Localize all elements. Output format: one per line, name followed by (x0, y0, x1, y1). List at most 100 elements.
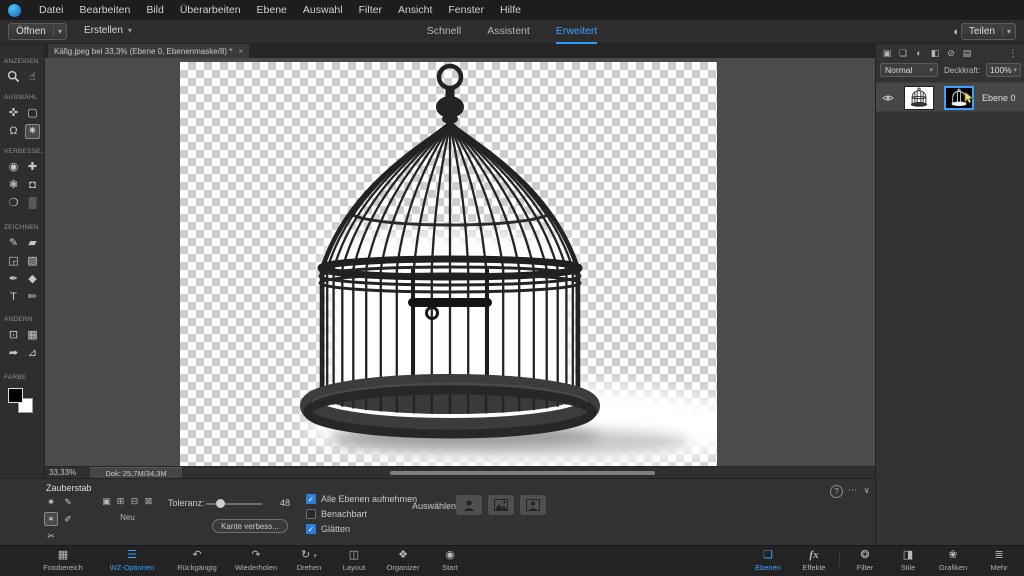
menu-filter[interactable]: Filter (359, 4, 382, 16)
selection-brush-variant-icon[interactable]: ✎ (61, 495, 75, 509)
document-tab[interactable]: Käfig.jpeg bei 33,3% (Ebene 0, Ebenenmas… (48, 44, 250, 58)
brush-tool[interactable]: ✎ (6, 236, 21, 251)
hand-tool[interactable]: ☝ (25, 70, 40, 85)
menu-bild[interactable]: Bild (146, 4, 164, 16)
menu-hilfe[interactable]: Hilfe (500, 4, 521, 16)
intersect-selection-mode-icon[interactable]: ⊠ (142, 495, 155, 508)
blend-mode-dropdown[interactable]: Normal ▾ (880, 63, 938, 77)
layer-mask-thumbnail[interactable] (944, 86, 974, 110)
quick-selection-tool[interactable]: ✷ (25, 124, 40, 139)
blur-tool[interactable]: ❍ (6, 196, 21, 211)
tab-assistent[interactable]: Assistent (487, 25, 530, 44)
menu-ueberarbeiten[interactable]: Überarbeiten (180, 4, 241, 16)
magic-wand-variant-icon[interactable]: ✶ (44, 512, 58, 526)
pencil-tool[interactable]: ✏ (25, 290, 40, 305)
tab-erweitert[interactable]: Erweitert (555, 25, 598, 44)
taskbar-start[interactable]: ◉ Start (430, 546, 470, 572)
red-eye-tool[interactable]: ◉ (6, 160, 21, 175)
taskbar-filter[interactable]: ❂ Filter (842, 546, 888, 572)
taskbar-stile[interactable]: ◨ Stile (888, 546, 928, 572)
select-portrait-button[interactable] (520, 495, 546, 515)
antialias-label: Glätten (321, 524, 351, 534)
layer-visibility-eye-icon[interactable] (882, 94, 894, 102)
quick-select-variant-icon[interactable]: ✷ (44, 495, 58, 509)
clone-stamp-tool[interactable]: ◘ (25, 178, 40, 193)
horizontal-scrollbar[interactable] (390, 471, 655, 475)
eyedropper-tool[interactable]: ✒ (6, 272, 21, 287)
new-group-icon[interactable]: ❏ (896, 47, 910, 59)
theme-toggle-icon[interactable]: ◐ (953, 26, 960, 38)
straighten-tool[interactable]: ⊿ (25, 346, 40, 361)
menu-ansicht[interactable]: Ansicht (398, 4, 432, 16)
taskbar-rueckgaengig[interactable]: ↶ Rückgängig (168, 546, 226, 572)
refine-brush-variant-icon[interactable]: ✂ (44, 529, 58, 543)
eraser-tool[interactable]: ▰ (25, 236, 40, 251)
foreground-color-swatch[interactable] (8, 388, 23, 403)
type-tool[interactable]: T (6, 290, 21, 305)
opacity-dropdown[interactable]: 100% ▾ (986, 63, 1021, 77)
menu-datei[interactable]: Datei (39, 4, 64, 16)
taskbar-effekte[interactable]: fx Effekte (791, 546, 837, 572)
zoom-tool[interactable] (6, 70, 21, 85)
subtract-selection-mode-icon[interactable]: ⊟ (128, 495, 141, 508)
lock-layer-icon[interactable]: ⊘ (944, 47, 958, 59)
tolerance-slider[interactable] (206, 503, 262, 505)
lasso-tool[interactable]: Ω (6, 124, 21, 139)
doc-size-info[interactable]: Dok: 25,7M/34,3M (90, 467, 182, 478)
panel-menu-icon[interactable]: ▤ (960, 47, 974, 59)
taskbar-mehr[interactable]: ≣ Mehr (978, 546, 1020, 572)
layer-mask-icon[interactable]: ◧ (928, 47, 942, 59)
contiguous-checkbox[interactable] (306, 509, 316, 519)
eraser-icon: ▰ (28, 237, 37, 249)
tolerance-slider-knob[interactable] (216, 499, 225, 508)
move-tool[interactable]: ✜ (6, 106, 21, 121)
taskbar-drehen[interactable]: ↻ ▾ Drehen (286, 546, 332, 572)
recompose-tool[interactable]: ▦ (25, 328, 40, 343)
paint-bucket-tool[interactable]: ◲ (6, 254, 21, 269)
shape-tool[interactable]: ◆ (25, 272, 40, 287)
new-selection-mode-icon[interactable]: ▣ (100, 495, 113, 508)
marquee-tool[interactable]: ▢ (25, 106, 40, 121)
close-tab-icon[interactable]: × (238, 47, 243, 56)
taskbar-organizer[interactable]: ❖ Organizer (376, 546, 430, 572)
gradient-tool[interactable]: ▧ (25, 254, 40, 269)
taskbar-wiederholen[interactable]: ↷ Wiederholen (226, 546, 286, 572)
blend-mode-value: Normal (885, 65, 913, 75)
taskbar-grafiken[interactable]: ❀ Grafiken (928, 546, 978, 572)
help-icon[interactable]: ? (830, 485, 843, 498)
menu-ebene[interactable]: Ebene (257, 4, 287, 16)
document-image[interactable] (180, 62, 765, 466)
menu-fenster[interactable]: Fenster (448, 4, 484, 16)
spot-healing-tool[interactable]: ✚ (25, 160, 40, 175)
taskbar-layout[interactable]: ◫ Layout (332, 546, 376, 572)
adjustment-layer-icon[interactable]: ◐ (912, 47, 926, 59)
add-selection-mode-icon[interactable]: ⊞ (114, 495, 127, 508)
smart-brush-tool[interactable]: ❃ (6, 178, 21, 193)
layer-row[interactable]: Ebene 0 (876, 82, 1024, 112)
menu-bearbeiten[interactable]: Bearbeiten (80, 4, 131, 16)
new-layer-icon[interactable]: ▣ (880, 47, 894, 59)
taskbar-wz-optionen[interactable]: ☰ WZ-Optionen (96, 546, 168, 572)
select-mode-label: Auswählen: (412, 501, 459, 511)
panel-options-icon[interactable]: ⋯ (848, 485, 857, 496)
tab-schnell[interactable]: Schnell (427, 25, 461, 44)
layer-thumbnail[interactable] (904, 86, 934, 110)
taskbar-fotobereich[interactable]: ▦ Fotobereich (30, 546, 96, 572)
auto-select-variant-icon[interactable]: ✐ (61, 512, 75, 526)
collapse-panel-icon[interactable]: ∨ (863, 485, 870, 496)
refine-edge-button[interactable]: Kante verbess... (212, 519, 288, 533)
content-move-tool[interactable]: ➦ (6, 346, 21, 361)
share-button[interactable]: Teilen ▾ (960, 23, 1016, 40)
antialias-checkbox[interactable]: ✓ (306, 524, 316, 534)
select-background-button[interactable] (488, 495, 514, 515)
all-layers-checkbox[interactable]: ✓ (306, 494, 316, 504)
panel-kebab-icon[interactable]: ⋮ (1006, 47, 1020, 59)
select-subject-button[interactable] (456, 495, 482, 515)
taskbar-ebenen[interactable]: ❏ Ebenen (745, 546, 791, 572)
menu-bar: Datei Bearbeiten Bild Überarbeiten Ebene… (0, 0, 1024, 20)
menu-auswahl[interactable]: Auswahl (303, 4, 343, 16)
canvas-area[interactable] (45, 58, 875, 466)
sponge-tool[interactable]: ▒ (25, 196, 40, 211)
share-caret-icon[interactable]: ▾ (1001, 27, 1015, 36)
crop-tool[interactable]: ⊡ (6, 328, 21, 343)
